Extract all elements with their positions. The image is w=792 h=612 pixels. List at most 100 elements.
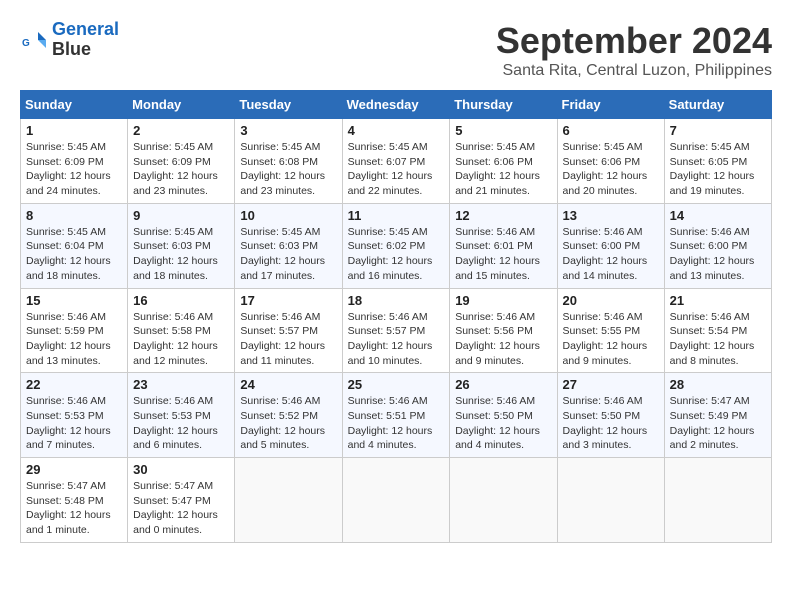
day-info: Sunrise: 5:45 AM Sunset: 6:03 PM Dayligh… xyxy=(133,225,229,284)
calendar-cell: 18 Sunrise: 5:46 AM Sunset: 5:57 PM Dayl… xyxy=(342,288,450,373)
day-number: 5 xyxy=(455,123,551,138)
sunrise-label: Sunrise: 5:46 AM xyxy=(240,395,320,407)
daylight-label: Daylight: 12 hours and 18 minutes. xyxy=(26,255,111,282)
sunrise-label: Sunrise: 5:45 AM xyxy=(26,141,106,153)
day-number: 23 xyxy=(133,377,229,392)
calendar-cell: 1 Sunrise: 5:45 AM Sunset: 6:09 PM Dayli… xyxy=(21,119,128,204)
daylight-label: Daylight: 12 hours and 0 minutes. xyxy=(133,509,218,536)
daylight-label: Daylight: 12 hours and 4 minutes. xyxy=(455,425,540,452)
calendar-cell: 28 Sunrise: 5:47 AM Sunset: 5:49 PM Dayl… xyxy=(664,373,771,458)
sunrise-label: Sunrise: 5:46 AM xyxy=(348,395,428,407)
calendar-cell: 24 Sunrise: 5:46 AM Sunset: 5:52 PM Dayl… xyxy=(235,373,342,458)
sunset-label: Sunset: 5:57 PM xyxy=(240,325,318,337)
day-number: 18 xyxy=(348,293,445,308)
day-number: 17 xyxy=(240,293,336,308)
logo: G General Blue xyxy=(20,20,119,60)
sunrise-label: Sunrise: 5:46 AM xyxy=(563,226,643,238)
calendar-cell xyxy=(450,458,557,543)
month-title: September 2024 xyxy=(496,20,772,62)
calendar-cell: 6 Sunrise: 5:45 AM Sunset: 6:06 PM Dayli… xyxy=(557,119,664,204)
weekday-header: Thursday xyxy=(450,91,557,119)
sunrise-label: Sunrise: 5:47 AM xyxy=(26,480,106,492)
weekday-header: Friday xyxy=(557,91,664,119)
sunset-label: Sunset: 6:04 PM xyxy=(26,240,104,252)
calendar-cell: 21 Sunrise: 5:46 AM Sunset: 5:54 PM Dayl… xyxy=(664,288,771,373)
calendar-cell: 27 Sunrise: 5:46 AM Sunset: 5:50 PM Dayl… xyxy=(557,373,664,458)
day-info: Sunrise: 5:45 AM Sunset: 6:03 PM Dayligh… xyxy=(240,225,336,284)
sunset-label: Sunset: 5:49 PM xyxy=(670,410,748,422)
sunset-label: Sunset: 5:53 PM xyxy=(133,410,211,422)
day-info: Sunrise: 5:45 AM Sunset: 6:04 PM Dayligh… xyxy=(26,225,122,284)
day-info: Sunrise: 5:46 AM Sunset: 5:58 PM Dayligh… xyxy=(133,310,229,369)
sunset-label: Sunset: 5:47 PM xyxy=(133,495,211,507)
day-number: 27 xyxy=(563,377,659,392)
calendar-cell: 14 Sunrise: 5:46 AM Sunset: 6:00 PM Dayl… xyxy=(664,203,771,288)
sunset-label: Sunset: 6:08 PM xyxy=(240,156,318,168)
day-info: Sunrise: 5:45 AM Sunset: 6:02 PM Dayligh… xyxy=(348,225,445,284)
calendar-cell: 26 Sunrise: 5:46 AM Sunset: 5:50 PM Dayl… xyxy=(450,373,557,458)
calendar-cell xyxy=(557,458,664,543)
daylight-label: Daylight: 12 hours and 8 minutes. xyxy=(670,340,755,367)
daylight-label: Daylight: 12 hours and 19 minutes. xyxy=(670,170,755,197)
day-number: 16 xyxy=(133,293,229,308)
sunset-label: Sunset: 5:55 PM xyxy=(563,325,641,337)
calendar-cell: 29 Sunrise: 5:47 AM Sunset: 5:48 PM Dayl… xyxy=(21,458,128,543)
calendar-cell: 11 Sunrise: 5:45 AM Sunset: 6:02 PM Dayl… xyxy=(342,203,450,288)
calendar-week-row: 8 Sunrise: 5:45 AM Sunset: 6:04 PM Dayli… xyxy=(21,203,772,288)
daylight-label: Daylight: 12 hours and 16 minutes. xyxy=(348,255,433,282)
sunrise-label: Sunrise: 5:45 AM xyxy=(133,141,213,153)
sunrise-label: Sunrise: 5:46 AM xyxy=(26,311,106,323)
sunset-label: Sunset: 5:52 PM xyxy=(240,410,318,422)
daylight-label: Daylight: 12 hours and 9 minutes. xyxy=(455,340,540,367)
calendar-cell: 9 Sunrise: 5:45 AM Sunset: 6:03 PM Dayli… xyxy=(128,203,235,288)
sunrise-label: Sunrise: 5:45 AM xyxy=(133,226,213,238)
sunrise-label: Sunrise: 5:45 AM xyxy=(26,226,106,238)
daylight-label: Daylight: 12 hours and 11 minutes. xyxy=(240,340,325,367)
daylight-label: Daylight: 12 hours and 1 minute. xyxy=(26,509,111,536)
sunset-label: Sunset: 5:54 PM xyxy=(670,325,748,337)
sunrise-label: Sunrise: 5:46 AM xyxy=(240,311,320,323)
day-number: 30 xyxy=(133,462,229,477)
day-info: Sunrise: 5:46 AM Sunset: 5:53 PM Dayligh… xyxy=(133,394,229,453)
sunset-label: Sunset: 6:05 PM xyxy=(670,156,748,168)
daylight-label: Daylight: 12 hours and 21 minutes. xyxy=(455,170,540,197)
daylight-label: Daylight: 12 hours and 15 minutes. xyxy=(455,255,540,282)
day-info: Sunrise: 5:46 AM Sunset: 5:55 PM Dayligh… xyxy=(563,310,659,369)
calendar-cell: 19 Sunrise: 5:46 AM Sunset: 5:56 PM Dayl… xyxy=(450,288,557,373)
sunset-label: Sunset: 6:07 PM xyxy=(348,156,426,168)
calendar-cell: 5 Sunrise: 5:45 AM Sunset: 6:06 PM Dayli… xyxy=(450,119,557,204)
day-number: 24 xyxy=(240,377,336,392)
day-info: Sunrise: 5:46 AM Sunset: 6:00 PM Dayligh… xyxy=(563,225,659,284)
calendar-cell: 8 Sunrise: 5:45 AM Sunset: 6:04 PM Dayli… xyxy=(21,203,128,288)
weekday-header: Sunday xyxy=(21,91,128,119)
day-number: 12 xyxy=(455,208,551,223)
sunset-label: Sunset: 6:01 PM xyxy=(455,240,533,252)
sunrise-label: Sunrise: 5:46 AM xyxy=(26,395,106,407)
day-info: Sunrise: 5:46 AM Sunset: 6:01 PM Dayligh… xyxy=(455,225,551,284)
day-number: 9 xyxy=(133,208,229,223)
sunset-label: Sunset: 5:50 PM xyxy=(455,410,533,422)
sunset-label: Sunset: 6:03 PM xyxy=(133,240,211,252)
daylight-label: Daylight: 12 hours and 10 minutes. xyxy=(348,340,433,367)
day-number: 3 xyxy=(240,123,336,138)
weekday-header: Saturday xyxy=(664,91,771,119)
day-info: Sunrise: 5:46 AM Sunset: 5:57 PM Dayligh… xyxy=(240,310,336,369)
day-number: 1 xyxy=(26,123,122,138)
day-info: Sunrise: 5:45 AM Sunset: 6:06 PM Dayligh… xyxy=(563,140,659,199)
day-number: 26 xyxy=(455,377,551,392)
day-info: Sunrise: 5:46 AM Sunset: 6:00 PM Dayligh… xyxy=(670,225,766,284)
day-number: 14 xyxy=(670,208,766,223)
daylight-label: Daylight: 12 hours and 14 minutes. xyxy=(563,255,648,282)
sunrise-label: Sunrise: 5:45 AM xyxy=(348,141,428,153)
title-area: September 2024 Santa Rita, Central Luzon… xyxy=(496,20,772,80)
sunrise-label: Sunrise: 5:46 AM xyxy=(348,311,428,323)
sunrise-label: Sunrise: 5:46 AM xyxy=(563,395,643,407)
calendar-cell: 22 Sunrise: 5:46 AM Sunset: 5:53 PM Dayl… xyxy=(21,373,128,458)
calendar-cell: 13 Sunrise: 5:46 AM Sunset: 6:00 PM Dayl… xyxy=(557,203,664,288)
daylight-label: Daylight: 12 hours and 23 minutes. xyxy=(133,170,218,197)
logo-line2: Blue xyxy=(52,40,119,60)
day-number: 19 xyxy=(455,293,551,308)
day-info: Sunrise: 5:46 AM Sunset: 5:54 PM Dayligh… xyxy=(670,310,766,369)
sunset-label: Sunset: 5:48 PM xyxy=(26,495,104,507)
daylight-label: Daylight: 12 hours and 23 minutes. xyxy=(240,170,325,197)
